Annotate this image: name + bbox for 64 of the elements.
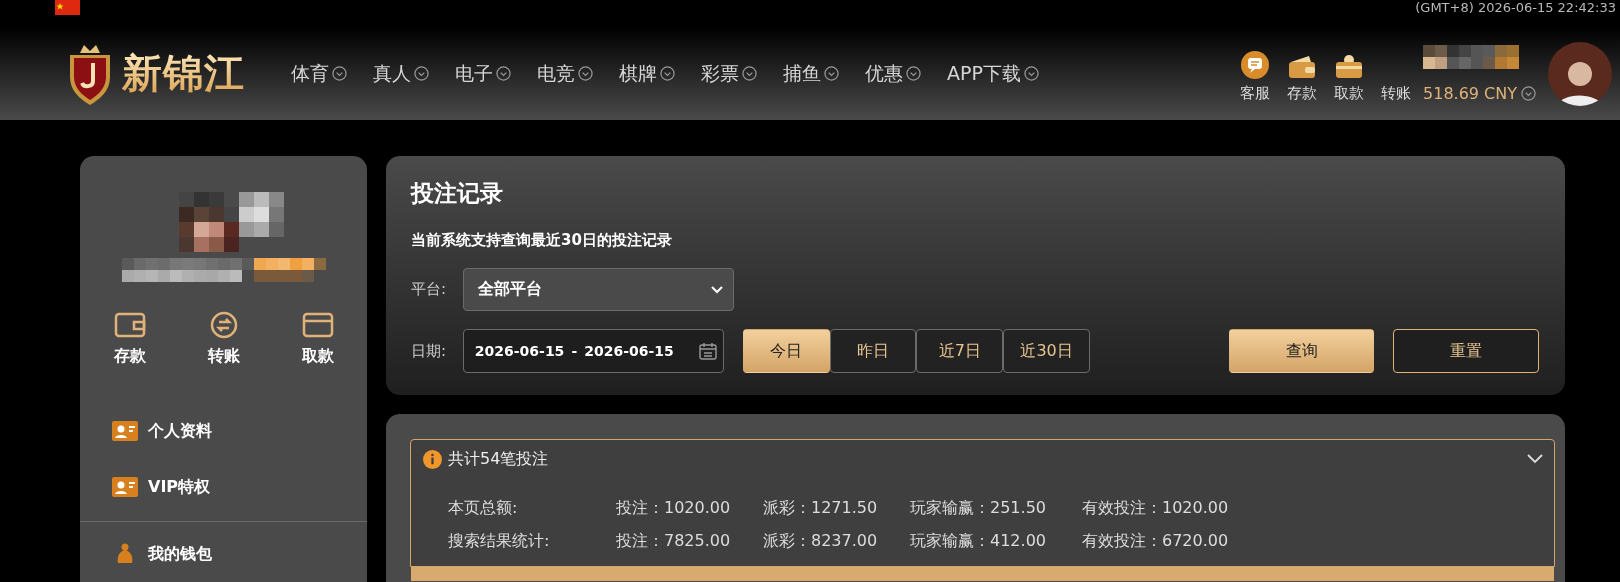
nav-item[interactable]: 电子 — [455, 60, 511, 87]
chevron-icon — [1521, 85, 1536, 101]
profile-card-icon — [112, 477, 138, 498]
subtitle: 当前系统支持查询最近30日的投注记录 — [411, 231, 673, 250]
header-action[interactable]: 存款 — [1278, 44, 1325, 103]
stat-value: 投注：1020.00 — [616, 498, 732, 519]
header-action[interactable]: 转账 — [1372, 44, 1419, 103]
stat-value: 玩家输赢：251.50 — [910, 498, 1047, 519]
field-label: 日期: — [411, 341, 448, 361]
date-range-tab[interactable]: 昨日 — [829, 329, 917, 373]
profile-card-icon — [112, 421, 138, 442]
nav-item[interactable]: 电竞 — [537, 60, 593, 87]
chevron-icon — [496, 66, 511, 81]
date-range-tab[interactable]: 近30日 — [1003, 329, 1090, 373]
field-label: 平台: — [411, 280, 448, 299]
stat-value: 有效投注：6720.00 — [1082, 531, 1230, 552]
sidebar-item[interactable]: 我的钱包 — [80, 526, 367, 582]
chevron-icon — [906, 66, 921, 81]
nav-item[interactable]: APP下载 — [947, 60, 1039, 87]
sidebar-item[interactable]: VIP特权 — [80, 459, 367, 516]
stat-label: 本页总额: — [448, 498, 519, 519]
flag-icon — [55, 0, 80, 15]
page-title: 投注记录 — [411, 179, 504, 208]
date-range-tab[interactable]: 今日 — [742, 329, 830, 373]
query-button[interactable]: 查询 — [1228, 329, 1375, 373]
date-range-tab[interactable]: 近7日 — [916, 329, 1004, 373]
sidebar-item[interactable]: 个人资料 — [80, 403, 367, 460]
info-icon — [423, 449, 442, 469]
nav-item[interactable]: 体育 — [291, 60, 347, 87]
nav-item[interactable]: 棋牌 — [619, 60, 675, 87]
nav-item[interactable]: 优惠 — [865, 60, 921, 87]
chevron-icon — [742, 66, 757, 81]
chevron-icon — [332, 66, 347, 81]
nav-item[interactable]: 真人 — [373, 60, 429, 87]
platform-select[interactable]: 全部平台 — [463, 268, 734, 311]
nav-item[interactable]: 捕鱼 — [783, 60, 839, 87]
stat-label: 搜索结果统计: — [448, 531, 551, 552]
chevron-icon — [824, 66, 839, 81]
caret-icon — [711, 285, 723, 294]
chevron-icon — [414, 66, 429, 81]
bank-card-icon — [1333, 53, 1364, 80]
server-time: (GMT+8) 2026-06-15 22:42:33 — [1415, 0, 1616, 15]
chevron-icon[interactable] — [1526, 453, 1544, 465]
stat-value: 玩家输赢：412.00 — [910, 531, 1047, 552]
calendar-icon — [698, 342, 717, 360]
nav-item[interactable]: 彩票 — [701, 60, 757, 87]
chat-icon — [1239, 49, 1270, 80]
quick-action[interactable]: 取款 — [297, 310, 338, 367]
quick-action[interactable]: 转账 — [203, 310, 244, 367]
chevron-icon — [660, 66, 675, 81]
summary-title: 共计54笔投注 — [448, 448, 549, 470]
quick-action[interactable]: 存款 — [109, 310, 150, 367]
date-range-field[interactable]: 2026-06-15 - 2026-06-15 — [462, 329, 724, 373]
wallet-icon — [1286, 53, 1317, 80]
header-action[interactable]: 取款 — [1325, 44, 1372, 103]
stat-value: 有效投注：1020.00 — [1082, 498, 1230, 519]
reset-button[interactable]: 重置 — [1393, 329, 1539, 373]
stat-value: 投注：7825.00 — [616, 531, 732, 552]
balance-text: 518.69 CNY — [1423, 83, 1517, 103]
stat-value: 派彩：1271.50 — [763, 498, 879, 519]
header-action[interactable]: 客服 — [1231, 44, 1278, 103]
chevron-icon — [578, 66, 593, 81]
chevron-icon — [1023, 66, 1039, 81]
stat-value: 派彩：8237.00 — [763, 531, 879, 552]
